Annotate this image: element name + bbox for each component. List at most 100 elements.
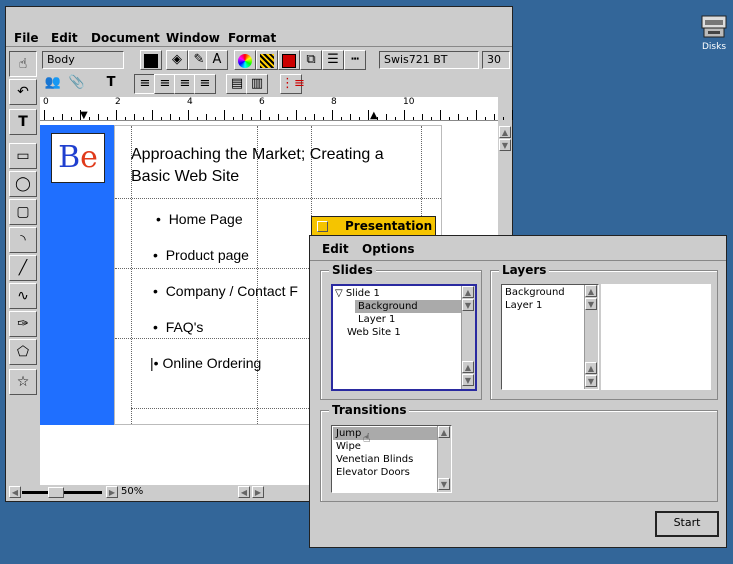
ruler-label: 6 <box>259 97 265 107</box>
zoom-out-icon[interactable]: ◀ <box>9 486 21 498</box>
align-center-icon[interactable]: ≡ <box>154 74 176 94</box>
ruler-tick <box>53 117 54 120</box>
align-left-icon[interactable]: ≡ <box>134 74 156 94</box>
ruler-tick <box>98 114 99 120</box>
bullet-item[interactable]: • Company / Contact F <box>153 282 298 300</box>
slides-scrollbar[interactable]: ▲ ▼ ▲ ▼ <box>461 286 475 389</box>
ruler-label: 4 <box>187 97 193 107</box>
scroll-down-icon[interactable]: ▼ <box>585 298 597 310</box>
bullet-item[interactable]: • Product page <box>153 246 249 264</box>
ruler-tick <box>296 110 297 120</box>
paperclip-icon[interactable]: 📎 <box>66 74 88 94</box>
ruler-tick <box>476 110 477 120</box>
style-select[interactable]: Body <box>42 51 124 69</box>
scroll-up-icon[interactable]: ▲ <box>462 361 474 373</box>
transitions-list-item[interactable]: Venetian Blinds <box>336 453 413 466</box>
zoom-in-icon[interactable]: ▶ <box>106 486 118 498</box>
pattern-icon[interactable] <box>256 50 278 70</box>
menu-format[interactable]: Format <box>228 30 276 46</box>
slides-list-item[interactable]: ▽ Slide 1 <box>335 287 380 300</box>
bullet-item[interactable]: • FAQ's <box>153 318 203 336</box>
slides-list-item-selected[interactable]: Background <box>355 300 461 313</box>
scroll-up-icon[interactable]: ▲ <box>438 426 450 438</box>
presentation-title-tab[interactable]: Presentation <box>311 216 436 236</box>
transitions-list-item[interactable]: Wipe <box>336 440 361 453</box>
disks-icon[interactable]: Disks <box>693 12 733 52</box>
pres-menu-edit[interactable]: Edit <box>322 241 349 257</box>
line-tool-icon[interactable]: ╱ <box>9 255 37 281</box>
paint-bucket-icon[interactable]: ◈ <box>166 50 188 70</box>
menu-edit[interactable]: Edit <box>51 30 78 46</box>
line-width-icon[interactable]: ☰ <box>322 50 344 70</box>
ruler-tick <box>512 110 513 120</box>
star-tool-icon[interactable]: ☆ <box>9 369 37 395</box>
layers-scrollbar[interactable]: ▲ ▼ ▲ ▼ <box>584 285 598 389</box>
menu-window[interactable]: Window <box>166 30 220 46</box>
transitions-list[interactable]: Jump Wipe Venetian Blinds Elevator Doors… <box>331 425 452 493</box>
scroll-up-icon[interactable]: ▲ <box>499 126 511 138</box>
scroll-down-icon[interactable]: ▼ <box>585 375 597 387</box>
text-tool-icon[interactable]: T <box>100 74 122 94</box>
polygon-tool-icon[interactable]: ⬠ <box>9 339 37 365</box>
rounded-rect-tool-icon[interactable]: ▢ <box>9 199 37 225</box>
rectangle-tool-icon[interactable]: ▭ <box>9 143 37 169</box>
shadow-icon[interactable]: ⧉ <box>300 50 322 70</box>
slides-list-item[interactable]: Web Site 1 <box>347 326 401 339</box>
scroll-up-icon[interactable]: ▲ <box>585 285 597 297</box>
menu-file[interactable]: File <box>14 30 39 46</box>
bullet-item[interactable]: • Home Page <box>156 210 243 228</box>
line-style-icon[interactable]: ┅ <box>344 50 366 70</box>
ruler-tick <box>440 110 441 120</box>
color-wheel-icon[interactable] <box>234 50 256 70</box>
scroll-right-icon[interactable]: ▶ <box>252 486 264 498</box>
toolbar-top: Body ◈ ✎ A ⧉ ☰ ┅ Swis721 BT 30 <box>6 47 512 72</box>
scroll-down-icon[interactable]: ▼ <box>462 299 474 311</box>
ruler-tick <box>323 117 324 120</box>
text-tool-icon[interactable]: T <box>9 109 37 135</box>
transitions-list-item[interactable]: Elevator Doors <box>336 466 410 479</box>
slides-list-item[interactable]: Layer 1 <box>358 313 395 326</box>
slides-list[interactable]: ▽ Slide 1 Background Layer 1 Web Site 1 … <box>331 284 477 391</box>
scroll-left-icon[interactable]: ◀ <box>238 486 250 498</box>
font-select[interactable]: Swis721 BT <box>379 51 479 69</box>
scroll-down-icon[interactable]: ▼ <box>438 478 450 490</box>
ruler-tick <box>125 117 126 120</box>
bullet-item[interactable]: |• Online Ordering <box>150 354 261 372</box>
menu-document[interactable]: Document <box>91 30 160 46</box>
scroll-up-icon[interactable]: ▲ <box>462 286 474 298</box>
list-icon[interactable]: ⋮≡ <box>280 74 305 94</box>
transitions-group: Transitions Jump Wipe Venetian Blinds El… <box>320 403 718 502</box>
slide-title[interactable]: Approaching the Market; Creating a Basic… <box>131 144 421 188</box>
align-right-icon[interactable]: ≡ <box>174 74 196 94</box>
start-button[interactable]: Start <box>655 511 719 537</box>
columns-icon[interactable]: ▤ <box>226 74 248 94</box>
freehand-tool-icon[interactable]: ∿ <box>9 283 37 309</box>
scroll-down-icon[interactable]: ▼ <box>499 139 511 151</box>
close-box-icon[interactable] <box>317 221 328 232</box>
layers-list-item[interactable]: Layer 1 <box>505 299 542 312</box>
layers-list[interactable]: Background Layer 1 ▲ ▼ ▲ ▼ <box>501 284 599 390</box>
scroll-down-icon[interactable]: ▼ <box>462 374 474 386</box>
font-size-field[interactable]: 30 <box>482 51 510 69</box>
transitions-list-item-selected[interactable]: Jump <box>333 427 437 440</box>
transitions-label: Transitions <box>329 403 410 417</box>
line-color-icon[interactable] <box>278 50 300 70</box>
fill-color-button[interactable] <box>140 50 162 70</box>
spacing-icon[interactable]: ▥ <box>246 74 268 94</box>
ruler-tick <box>404 110 405 120</box>
align-justify-icon[interactable]: ≡ <box>194 74 216 94</box>
transitions-scrollbar[interactable]: ▲ ▼ <box>437 426 451 492</box>
ruler-tick <box>332 110 333 120</box>
text-color-icon[interactable]: A <box>206 50 228 70</box>
scroll-up-icon[interactable]: ▲ <box>585 362 597 374</box>
pres-menu-options[interactable]: Options <box>362 241 415 257</box>
pointer-tool-icon[interactable]: ☝ <box>9 51 37 77</box>
zoom-slider-thumb[interactable] <box>48 487 64 498</box>
rotate-tool-icon[interactable]: ↶ <box>9 79 37 105</box>
people-icon[interactable]: 👥 <box>42 74 64 94</box>
layers-list-item[interactable]: Background <box>505 286 565 299</box>
ellipse-tool-icon[interactable]: ◯ <box>9 171 37 197</box>
arc-tool-icon[interactable]: ◝ <box>9 227 37 253</box>
indent-marker-icon[interactable]: ▼ <box>80 110 88 121</box>
bezier-tool-icon[interactable]: ✑ <box>9 311 37 337</box>
